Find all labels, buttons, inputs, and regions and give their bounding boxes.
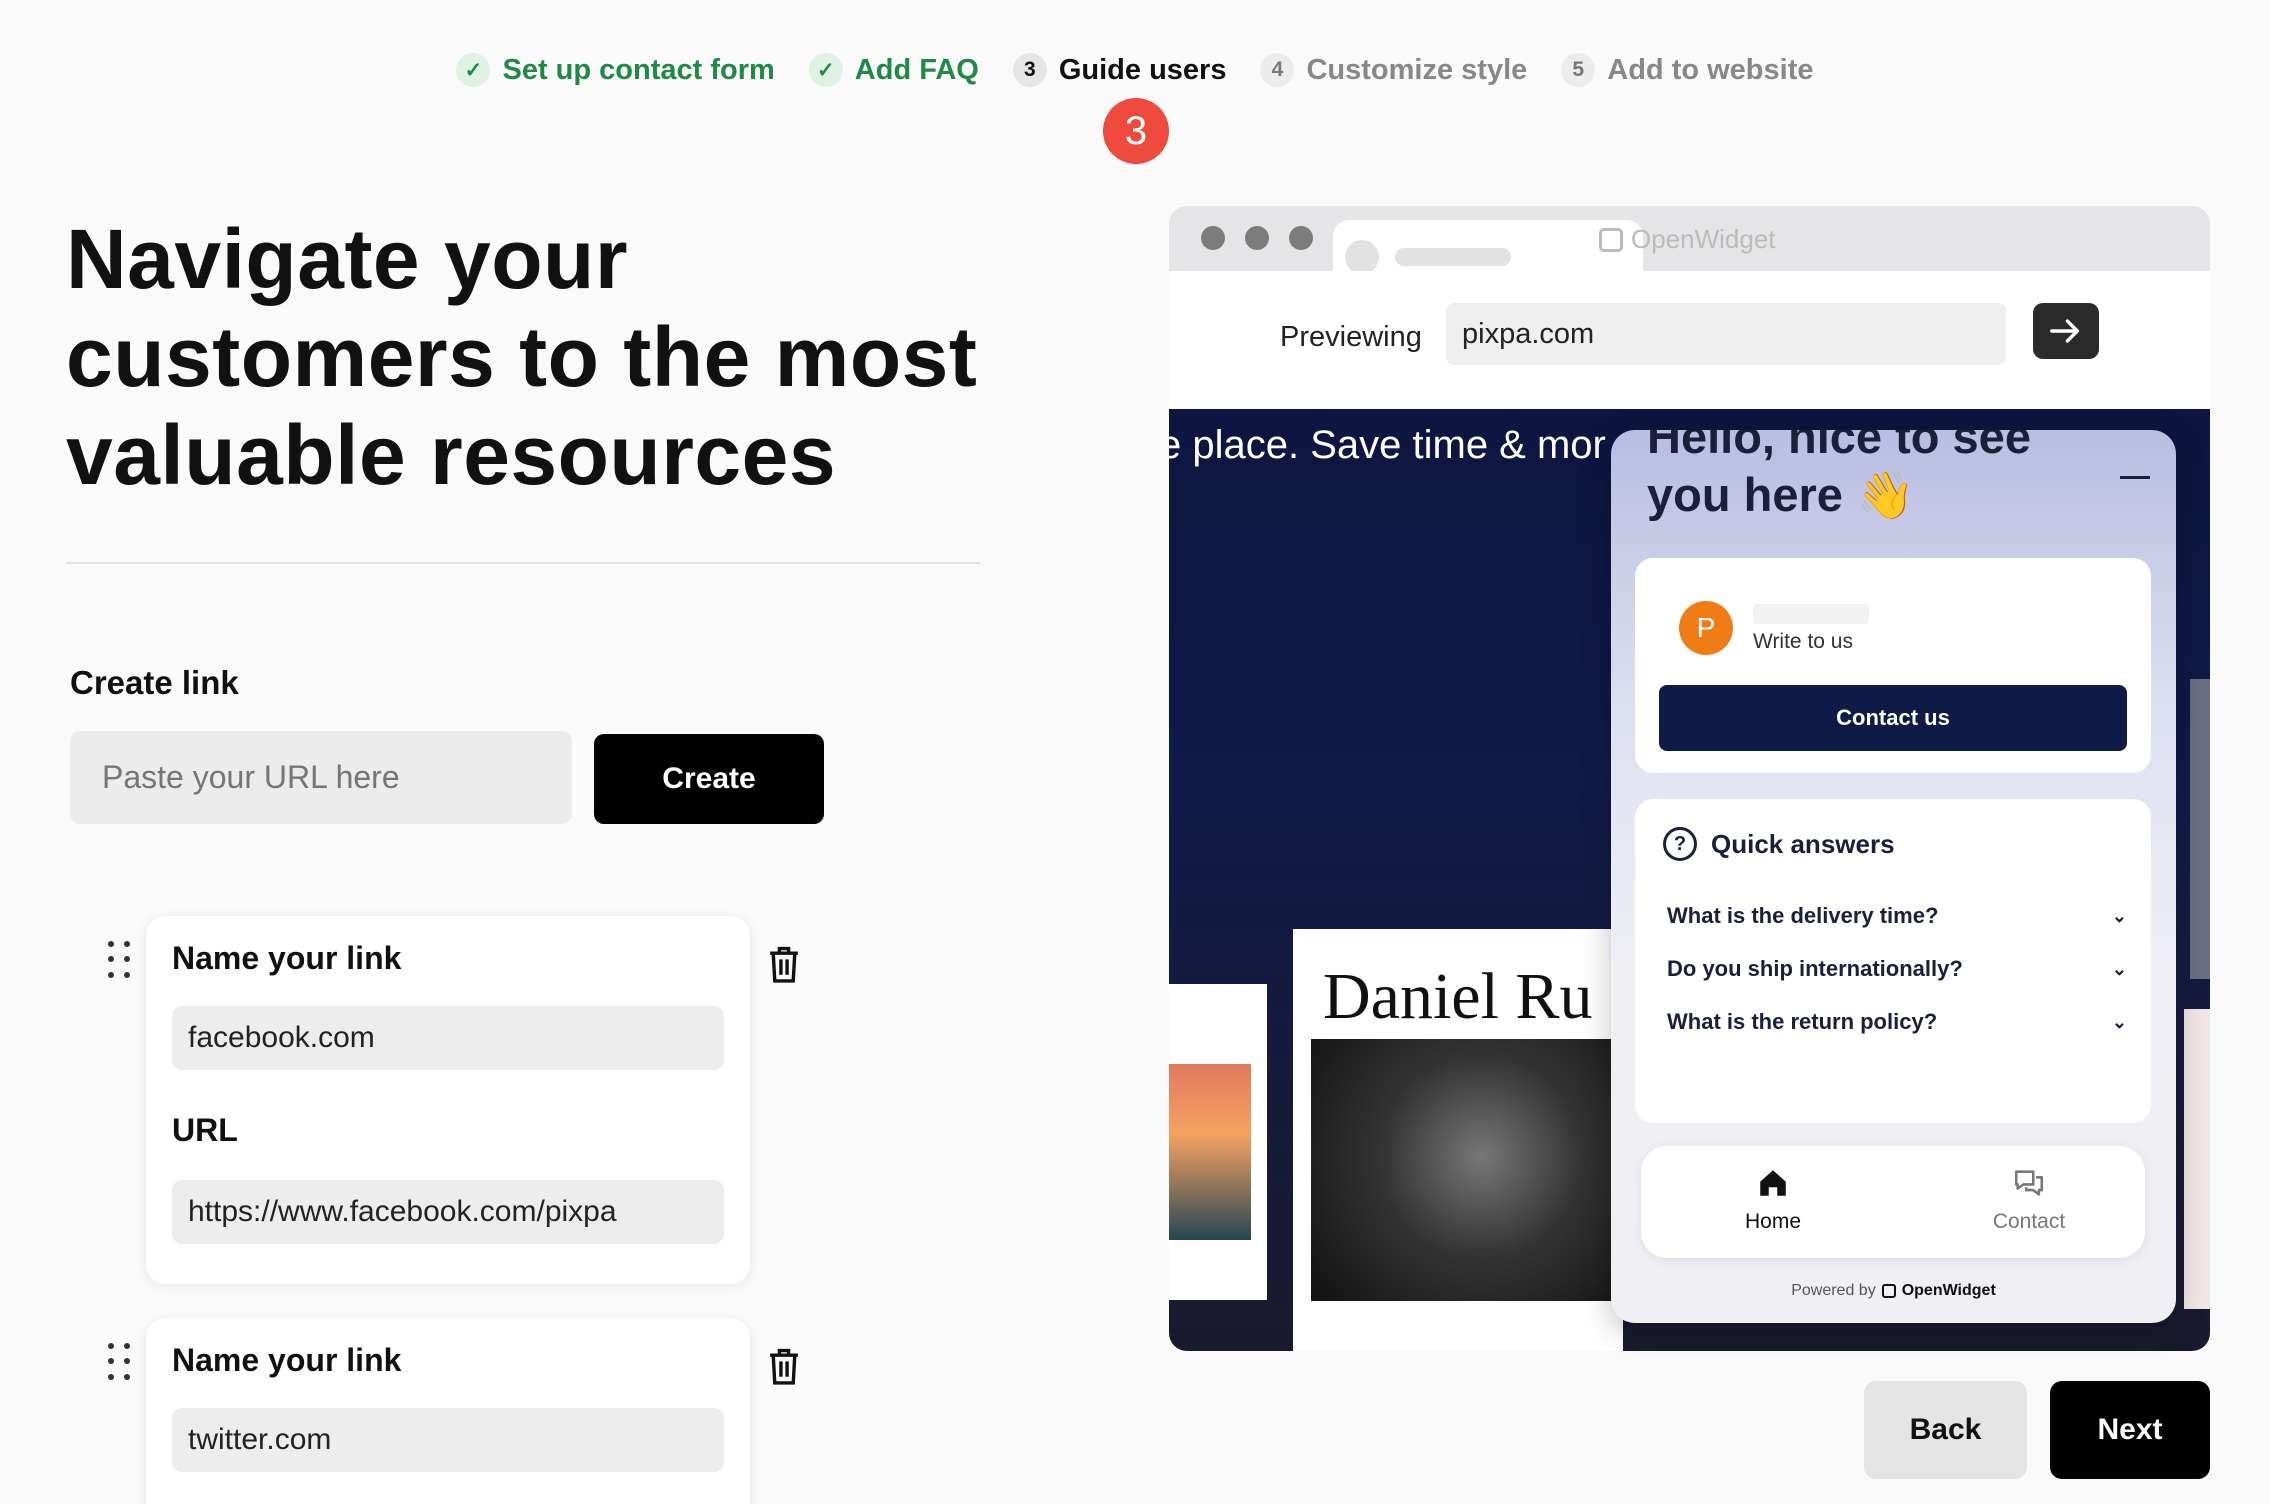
divider — [66, 562, 980, 564]
chevron-down-icon: ⌄ — [2111, 905, 2127, 926]
agent-name-placeholder — [1753, 604, 1869, 624]
brand-label: OpenWidget — [1599, 224, 1776, 255]
window-dot — [1289, 226, 1313, 250]
name-label: Name your link — [172, 1342, 402, 1378]
browser-titlebar: OpenWidget — [1169, 206, 2210, 274]
portfolio-photo — [1311, 1039, 1621, 1301]
window-dot — [1201, 226, 1225, 250]
previewing-label: Previewing — [1280, 321, 1422, 353]
step-label: Customize style — [1306, 53, 1528, 86]
trash-icon[interactable] — [765, 1346, 803, 1386]
nav-home[interactable]: Home — [1693, 1166, 1853, 1234]
faq-question: What is the return policy? — [1667, 1009, 1938, 1034]
check-icon: ✓ — [808, 53, 843, 87]
nav-home-label: Home — [1744, 1210, 1802, 1233]
powered-by-text: Powered by — [1791, 1282, 1876, 1299]
tab-favicon — [1345, 240, 1379, 274]
drag-handle-icon[interactable] — [108, 1343, 134, 1383]
step-number: 5 — [1561, 53, 1596, 87]
step-callout-badge: 3 — [1103, 98, 1169, 164]
contact-card: P Write to us Contact us — [1635, 558, 2151, 773]
back-button[interactable]: Back — [1864, 1381, 2027, 1479]
step-label: Set up contact form — [502, 53, 775, 86]
widget-bottom-nav: Home Contact — [1641, 1146, 2145, 1258]
step-add-faq[interactable]: ✓ Add FAQ — [808, 50, 979, 90]
link-url-field[interactable]: https://www.facebook.com/pixpa — [172, 1180, 724, 1244]
preview-address-bar: Previewing pixpa.com — [1169, 271, 2210, 409]
site-hero-text: e place. Save time & mor — [1169, 423, 1606, 467]
progress-stepper: ✓ Set up contact form ✓ Add FAQ 3 Guide … — [0, 50, 2270, 90]
link-name-field[interactable]: facebook.com — [172, 1006, 724, 1070]
create-link-label: Create link — [70, 664, 239, 701]
step-number: 4 — [1260, 53, 1295, 87]
openwidget-logo-icon — [1599, 227, 1623, 252]
url-input[interactable] — [70, 731, 572, 824]
step-guide-users[interactable]: 3 Guide users — [1012, 50, 1227, 90]
widget-greeting: Hello, nice to see you here 👋 — [1647, 430, 2031, 521]
url-label: URL — [172, 1112, 238, 1148]
faq-item[interactable]: What is the return policy? ⌄ — [1667, 1009, 2127, 1035]
powered-brand: OpenWidget — [1901, 1282, 1996, 1299]
home-icon — [1760, 1170, 1786, 1196]
faq-question: Do you ship internationally? — [1667, 956, 1963, 981]
trash-icon[interactable] — [765, 944, 803, 984]
preview-url-input[interactable]: pixpa.com — [1446, 303, 2006, 365]
step-label: Add to website — [1607, 53, 1814, 86]
site-portfolio-card: Daniel Ru — [1293, 929, 1623, 1351]
faq-item[interactable]: Do you ship internationally? ⌄ — [1667, 956, 2127, 982]
arrow-right-icon — [2050, 319, 2080, 343]
avatar: P — [1679, 601, 1733, 655]
step-add-to-website[interactable]: 5 Add to website — [1561, 50, 1814, 90]
powered-by: Powered by OpenWidget — [1611, 1282, 2176, 1300]
question-icon: ? — [1663, 827, 1697, 861]
go-button[interactable] — [2033, 303, 2099, 359]
step-label: Add FAQ — [854, 53, 979, 86]
step-customize-style[interactable]: 4 Customize style — [1260, 50, 1527, 90]
faq-question: What is the delivery time? — [1667, 903, 1939, 928]
step-label: Guide users — [1058, 53, 1227, 86]
site-edge — [2190, 679, 2210, 979]
step-set-up-contact-form[interactable]: ✓ Set up contact form — [456, 50, 775, 90]
site-thumbnail — [1169, 984, 1267, 1300]
window-dot — [1245, 226, 1269, 250]
chevron-down-icon: ⌄ — [2111, 1011, 2127, 1032]
portfolio-name: Daniel Ru — [1323, 960, 1593, 1033]
drag-handle-icon[interactable] — [108, 941, 134, 981]
check-icon: ✓ — [456, 53, 491, 87]
link-name-field[interactable]: twitter.com — [172, 1408, 724, 1472]
chat-widget: Hello, nice to see you here 👋 P Write to… — [1611, 430, 2176, 1323]
minimize-icon[interactable] — [2120, 476, 2150, 479]
tab-title-placeholder — [1395, 248, 1511, 266]
write-to-us-text: Write to us — [1753, 630, 1853, 653]
step-number: 3 — [1012, 53, 1047, 87]
link-card: Name your link twitter.com — [146, 1318, 750, 1504]
quick-answers-title: Quick answers — [1711, 828, 1895, 859]
brand-text: OpenWidget — [1631, 224, 1776, 254]
next-button[interactable]: Next — [2050, 1381, 2210, 1479]
link-card: Name your link facebook.com URL https://… — [146, 916, 750, 1284]
quick-answers-card: ? Quick answers What is the delivery tim… — [1635, 799, 2151, 1123]
page-title: Navigate your customers to the most valu… — [66, 212, 978, 502]
contact-us-button[interactable]: Contact us — [1659, 685, 2127, 751]
quick-answers-header: ? Quick answers — [1663, 827, 1895, 861]
browser-tab — [1333, 220, 1643, 274]
name-label: Name your link — [172, 940, 402, 976]
openwidget-logo-icon — [1881, 1284, 1896, 1298]
chat-bubbles-icon — [2014, 1170, 2044, 1196]
chevron-down-icon: ⌄ — [2111, 958, 2127, 979]
nav-contact[interactable]: Contact — [1949, 1166, 2109, 1234]
create-button[interactable]: Create — [594, 734, 824, 824]
nav-contact-label: Contact — [1992, 1210, 2066, 1233]
site-edge — [2184, 1009, 2210, 1309]
faq-item[interactable]: What is the delivery time? ⌄ — [1667, 903, 2127, 929]
